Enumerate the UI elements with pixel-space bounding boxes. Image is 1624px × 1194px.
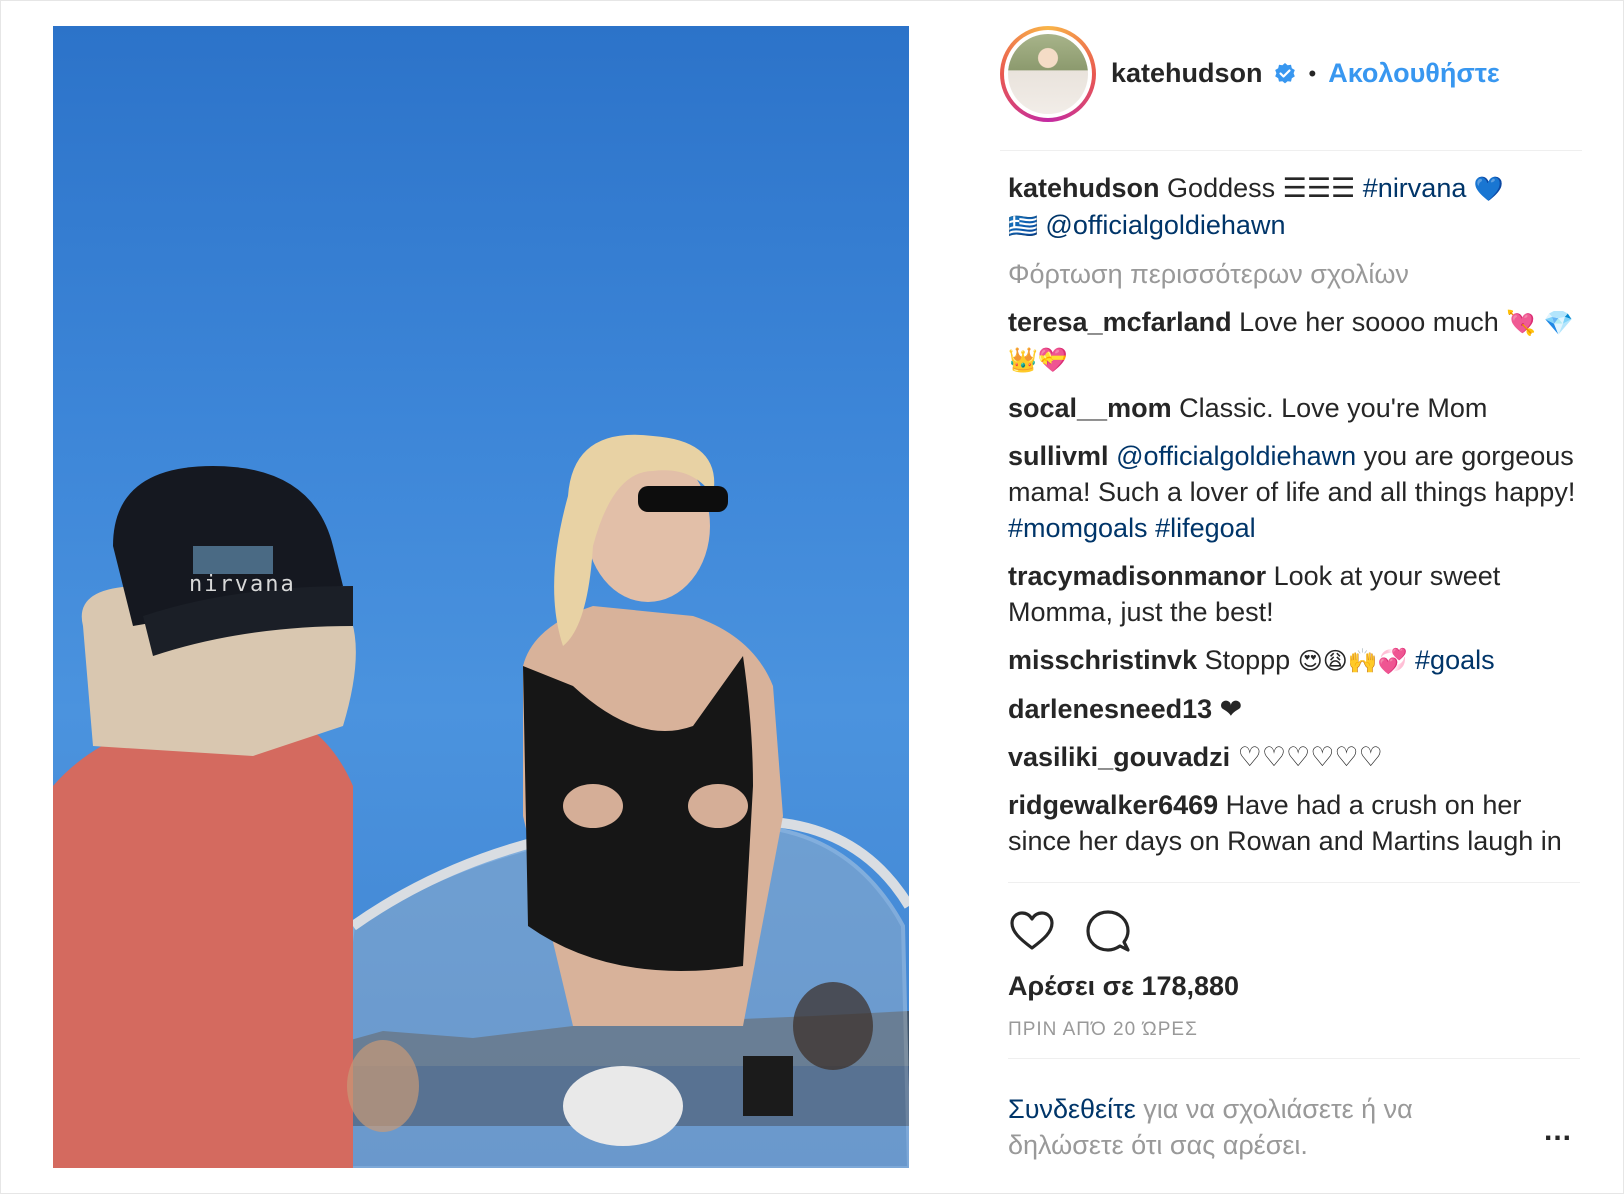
- comment-username[interactable]: misschristinvk: [1008, 645, 1197, 675]
- more-options-button[interactable]: ...: [1544, 1116, 1572, 1146]
- login-text: Συνδεθείτε για να σχολιάσετε ή να δηλώσε…: [1008, 1091, 1478, 1163]
- comment-emoji: 😍😩🙌💞: [1297, 647, 1408, 675]
- caption-mention[interactable]: @officialgoldiehawn: [1045, 210, 1285, 240]
- caption-heart-emoji: 💙: [1473, 175, 1504, 203]
- username-link[interactable]: katehudson: [1111, 58, 1263, 89]
- comment-mention[interactable]: @officialgoldiehawn: [1116, 441, 1356, 471]
- comment-username[interactable]: teresa_mcfarland: [1008, 307, 1232, 337]
- comment-username[interactable]: darlenesneed13: [1008, 694, 1212, 724]
- comment-username[interactable]: sullivml: [1008, 441, 1109, 471]
- list-item: darlenesneed13 ❤: [1008, 691, 1580, 727]
- post-photo[interactable]: nirvana: [53, 26, 909, 1168]
- header-separator: •: [1308, 60, 1317, 86]
- comment-username[interactable]: tracymadisonmanor: [1008, 561, 1266, 591]
- cap-text: nirvana: [189, 572, 296, 597]
- caption-greek-flag: 🇬🇷: [1008, 212, 1038, 240]
- caption: katehudson Goddess ☰☰☰ #nirvana 💙 🇬🇷 @of…: [1008, 170, 1580, 244]
- post-timestamp[interactable]: ΠΡΙΝ ΑΠΌ 20 ΏΡΕΣ: [1008, 1019, 1198, 1041]
- comment-text: Classic. Love you're Mom: [1179, 393, 1488, 423]
- comment-hashtags[interactable]: #goals: [1415, 645, 1495, 675]
- post-header: katehudson • Ακολουθήστε: [1000, 26, 1582, 151]
- comment-text: Stoppp: [1204, 645, 1291, 675]
- comment-hashtags[interactable]: #momgoals #lifegoal: [1008, 513, 1256, 543]
- list-item: socal__mom Classic. Love you're Mom: [1008, 390, 1580, 426]
- list-item: ridgewalker6469 Have had a crush on her …: [1008, 787, 1580, 882]
- avatar-border: [1004, 30, 1092, 118]
- comment-username[interactable]: ridgewalker6469: [1008, 790, 1218, 820]
- comment-username[interactable]: vasiliki_gouvadzi: [1008, 742, 1230, 772]
- login-prompt: Συνδεθείτε για να σχολιάσετε ή να δηλώσε…: [1008, 1058, 1580, 1169]
- comments-list[interactable]: katehudson Goddess ☰☰☰ #nirvana 💙 🇬🇷 @of…: [1008, 170, 1580, 882]
- caption-flag-emoji: ☰☰☰: [1282, 173, 1356, 203]
- comment-username[interactable]: socal__mom: [1008, 393, 1172, 423]
- heart-icon[interactable]: [1008, 907, 1056, 955]
- list-item: sullivml @officialgoldiehawn you are gor…: [1008, 438, 1580, 546]
- list-item: misschristinvk Stoppp 😍😩🙌💞 #goals: [1008, 642, 1580, 679]
- comment-icon[interactable]: [1084, 907, 1132, 955]
- login-link[interactable]: Συνδεθείτε: [1008, 1094, 1136, 1124]
- caption-username[interactable]: katehudson: [1008, 173, 1160, 203]
- comment-text: ❤: [1219, 694, 1243, 724]
- load-more-comments-button[interactable]: Φόρτωση περισσότερων σχολίων: [1008, 256, 1580, 292]
- avatar[interactable]: [1000, 26, 1096, 122]
- header-row: katehudson • Ακολουθήστε: [1111, 58, 1500, 89]
- comment-text: Love her soooo much: [1239, 307, 1499, 337]
- list-item: tracymadisonmanor Look at your sweet Mom…: [1008, 558, 1580, 630]
- list-item: teresa_mcfarland Love her soooo much 💘 💎…: [1008, 304, 1580, 378]
- caption-hashtag[interactable]: #nirvana: [1363, 173, 1467, 203]
- comment-text: ♡♡♡♡♡♡: [1237, 742, 1383, 772]
- likes-count[interactable]: Αρέσει σε 178,880: [1008, 971, 1239, 1002]
- verified-badge-icon: [1273, 62, 1297, 86]
- list-item: vasiliki_gouvadzi ♡♡♡♡♡♡: [1008, 739, 1580, 775]
- follow-button[interactable]: Ακολουθήστε: [1328, 58, 1499, 89]
- avatar-image: [1008, 34, 1088, 114]
- caption-text: Goddess: [1167, 173, 1276, 203]
- post-actions: Αρέσει σε 178,880 ΠΡΙΝ ΑΠΌ 20 ΏΡΕΣ: [1008, 882, 1580, 1059]
- photo-illustration: nirvana: [53, 434, 909, 1168]
